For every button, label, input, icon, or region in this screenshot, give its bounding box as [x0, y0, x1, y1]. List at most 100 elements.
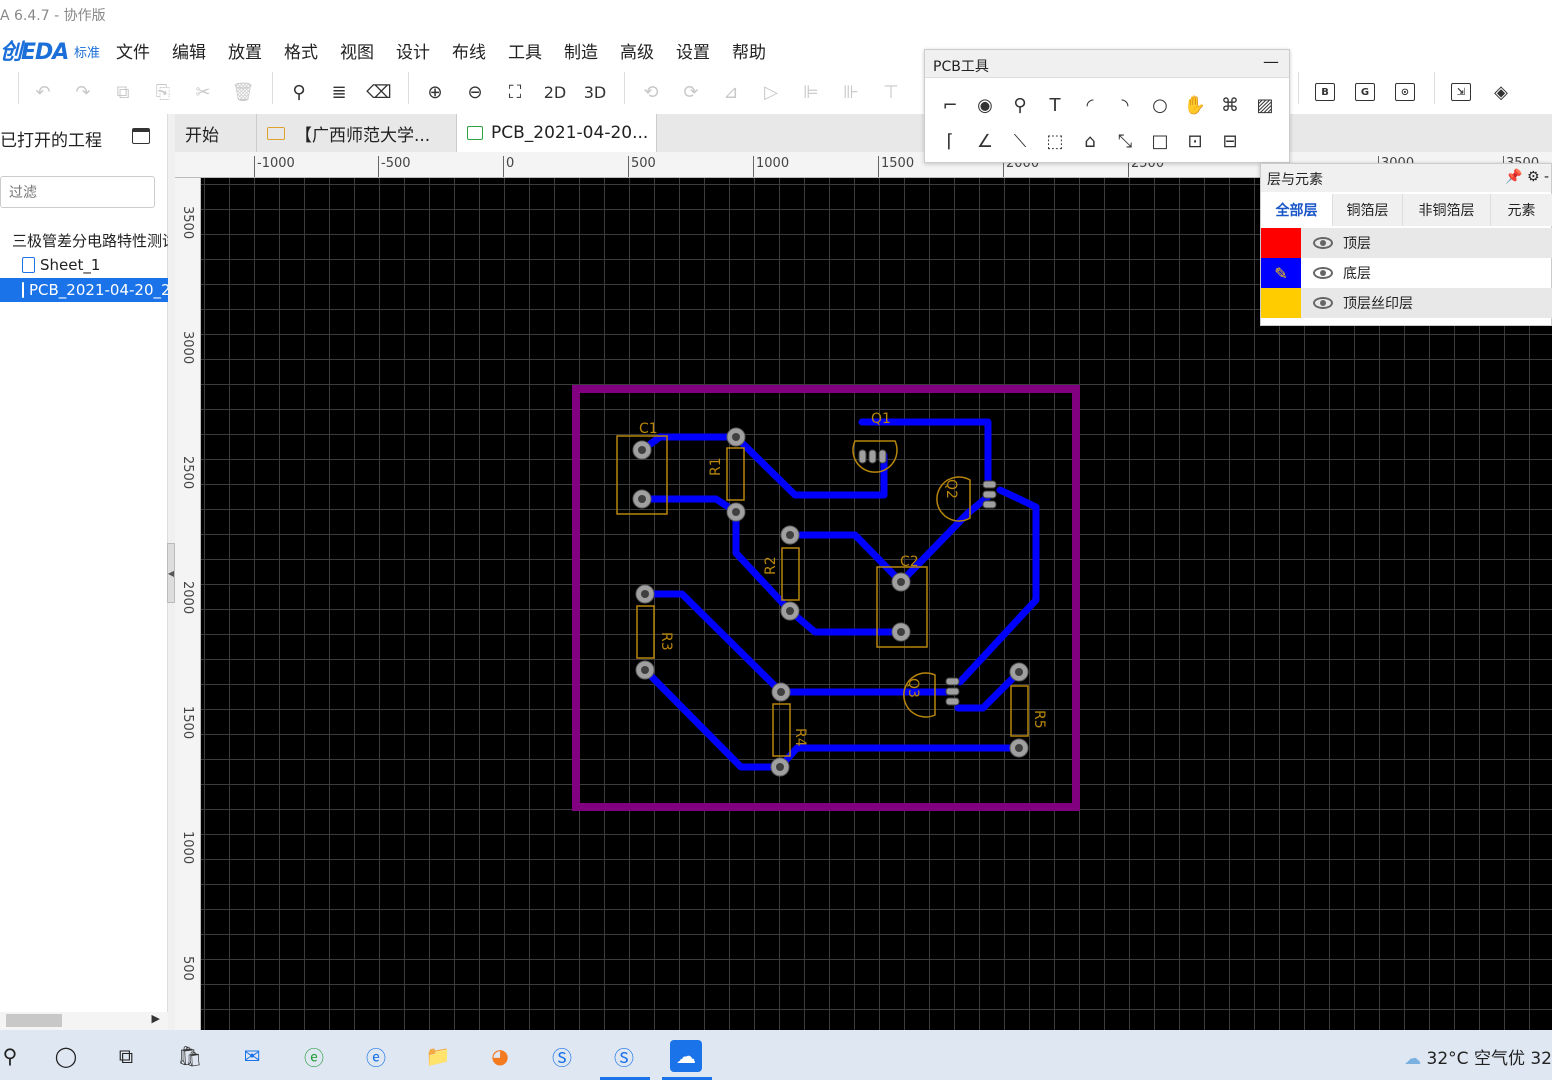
angle-icon[interactable]: ∠	[970, 126, 1000, 156]
zoom-in-icon[interactable]: ⊕	[420, 76, 450, 108]
eye-icon[interactable]	[1313, 297, 1333, 309]
file-explorer-icon[interactable]: 📁	[422, 1040, 454, 1072]
tab-start[interactable]: 开始	[175, 114, 257, 152]
layer-color-swatch[interactable]	[1261, 228, 1301, 258]
canvas-origin-icon[interactable]: ⊟	[1215, 126, 1245, 156]
tree-pcb[interactable]: PCB_2021-04-20_2	[0, 278, 168, 302]
copy-icon[interactable]: ⧉	[108, 76, 138, 108]
arc-icon[interactable]: ◜	[1075, 90, 1105, 120]
gerber-export-button[interactable]: G	[1350, 76, 1380, 108]
redo-icon[interactable]: ↷	[68, 76, 98, 108]
minimize-icon[interactable]: —	[1263, 52, 1279, 71]
rotate-left-icon[interactable]: ⟲	[636, 76, 666, 108]
tab-pcb[interactable]: PCB_2021-04-20...	[457, 114, 657, 152]
menu-advanced[interactable]: 高级	[620, 38, 654, 63]
line-icon[interactable]: ⟍	[1005, 126, 1035, 156]
flip-horizontal-icon[interactable]: ⊿	[716, 76, 746, 108]
align-right-icon[interactable]: ⊪	[836, 76, 866, 108]
menu-file[interactable]: 文件	[116, 38, 150, 63]
menu-settings[interactable]: 设置	[676, 38, 710, 63]
rotate-right-icon[interactable]: ⟳	[676, 76, 706, 108]
tab-all-layers[interactable]: 全部层	[1261, 194, 1333, 226]
easyeda-icon[interactable]: ☁	[670, 1040, 702, 1072]
app-icon[interactable]: ◕	[484, 1040, 516, 1072]
connect-pad-icon[interactable]: ⌘	[1215, 90, 1245, 120]
fit-view-icon[interactable]: ⛶	[500, 76, 530, 108]
open-project-icon[interactable]	[132, 128, 150, 144]
via-icon[interactable]: ⚲	[1005, 90, 1035, 120]
copper-area-icon[interactable]: ⊡	[1180, 126, 1210, 156]
menu-design[interactable]: 设计	[396, 38, 430, 63]
sogou-active-icon[interactable]: Ⓢ	[608, 1040, 640, 1072]
find-replace-icon[interactable]: ≣	[324, 76, 354, 108]
horizontal-scrollbar[interactable]: ▶	[0, 1012, 168, 1030]
select-rect-icon[interactable]: ⬚	[1040, 126, 1070, 156]
scroll-right-icon[interactable]: ▶	[152, 1012, 160, 1025]
menu-place[interactable]: 放置	[228, 38, 262, 63]
mail-icon[interactable]: ✉	[236, 1040, 268, 1072]
layer-row-top[interactable]: 顶层	[1261, 228, 1552, 258]
pencil-icon[interactable]: ✎	[1261, 258, 1301, 288]
align-left-icon[interactable]: ⊫	[796, 76, 826, 108]
search-icon[interactable]: ⚲	[284, 76, 314, 108]
pin-settings-icons[interactable]: 📌 ⚙ -	[1505, 169, 1549, 185]
browser-360-icon[interactable]: ⓔ	[298, 1040, 330, 1072]
eye-icon[interactable]	[1313, 237, 1333, 249]
image-export-icon[interactable]: ⇲	[1446, 76, 1476, 108]
tab-project[interactable]: 【广西师范大学...	[257, 114, 457, 152]
paste-icon[interactable]: ⎘	[148, 76, 178, 108]
delete-icon[interactable]: 🗑	[228, 76, 258, 108]
track-icon[interactable]: ⌐	[935, 90, 965, 120]
tab-non-copper-layers[interactable]: 非铜箔层	[1403, 194, 1491, 226]
solid-region-icon[interactable]: ⌂	[1075, 126, 1105, 156]
menu-tools[interactable]: 工具	[508, 38, 542, 63]
image-icon[interactable]: ▨	[1250, 90, 1280, 120]
collapse-panel-handle[interactable]: ◀	[167, 543, 175, 603]
cut-icon[interactable]: ✂	[188, 76, 218, 108]
weather-widget[interactable]: ☁ 32°C 空气优 32	[1404, 1044, 1552, 1069]
pick-place-icon[interactable]: ⊙	[1390, 76, 1420, 108]
measure-icon[interactable]: ⤡	[1110, 126, 1140, 156]
search-icon[interactable]: ⚲	[0, 1040, 26, 1072]
tree-project[interactable]: 三极管差分电路特性测试	[0, 228, 168, 252]
undo-icon[interactable]: ↶	[28, 76, 58, 108]
store-icon[interactable]: 🛍	[174, 1040, 206, 1072]
flip-vertical-icon[interactable]: ▷	[756, 76, 786, 108]
task-view-icon[interactable]: ⧉	[110, 1040, 142, 1072]
eye-icon[interactable]	[1313, 267, 1333, 279]
menu-fabrication[interactable]: 制造	[564, 38, 598, 63]
tab-copper-layers[interactable]: 铜箔层	[1333, 194, 1403, 226]
rectangle-icon[interactable]: □	[1145, 126, 1175, 156]
layer-row-top-silk[interactable]: 顶层丝印层	[1261, 288, 1552, 318]
layer-row-bottom[interactable]: ✎ 底层	[1261, 258, 1552, 288]
menu-edit[interactable]: 编辑	[172, 38, 206, 63]
title-bar: A 6.4.7 - 协作版	[0, 0, 1552, 30]
eraser-icon[interactable]: ⌫	[364, 76, 394, 108]
menu-format[interactable]: 格式	[284, 38, 318, 63]
view-3d-button[interactable]: 3D	[580, 76, 610, 108]
tracks[interactable]	[638, 418, 1040, 771]
center-arc-icon[interactable]: ◝	[1110, 90, 1140, 120]
align-top-icon[interactable]: ⊤	[876, 76, 906, 108]
circle-icon[interactable]: ○	[1145, 90, 1175, 120]
filter-input[interactable]	[0, 176, 155, 208]
folder-icon	[267, 126, 285, 140]
tree-schematic[interactable]: Sheet_1	[0, 253, 168, 277]
view-2d-button[interactable]: 2D	[540, 76, 570, 108]
cortana-icon[interactable]: ◯	[50, 1040, 82, 1072]
pad-icon[interactable]: ◉	[970, 90, 1000, 120]
sogou-icon[interactable]: Ⓢ	[546, 1040, 578, 1072]
tab-elements[interactable]: 元素	[1491, 194, 1552, 226]
zoom-out-icon[interactable]: ⊖	[460, 76, 490, 108]
dimension-icon[interactable]: ⌈	[935, 126, 965, 156]
edge-icon[interactable]: ⓔ	[360, 1040, 392, 1072]
layers-icon[interactable]: ◈	[1486, 76, 1516, 108]
text-icon[interactable]: T	[1040, 90, 1070, 120]
scrollbar-thumb[interactable]	[6, 1014, 62, 1027]
menu-help[interactable]: 帮助	[732, 38, 766, 63]
layer-color-swatch[interactable]	[1261, 288, 1301, 318]
hand-icon[interactable]: ✋	[1180, 90, 1210, 120]
bom-export-button[interactable]: B	[1310, 76, 1340, 108]
menu-route[interactable]: 布线	[452, 38, 486, 63]
menu-view[interactable]: 视图	[340, 38, 374, 63]
